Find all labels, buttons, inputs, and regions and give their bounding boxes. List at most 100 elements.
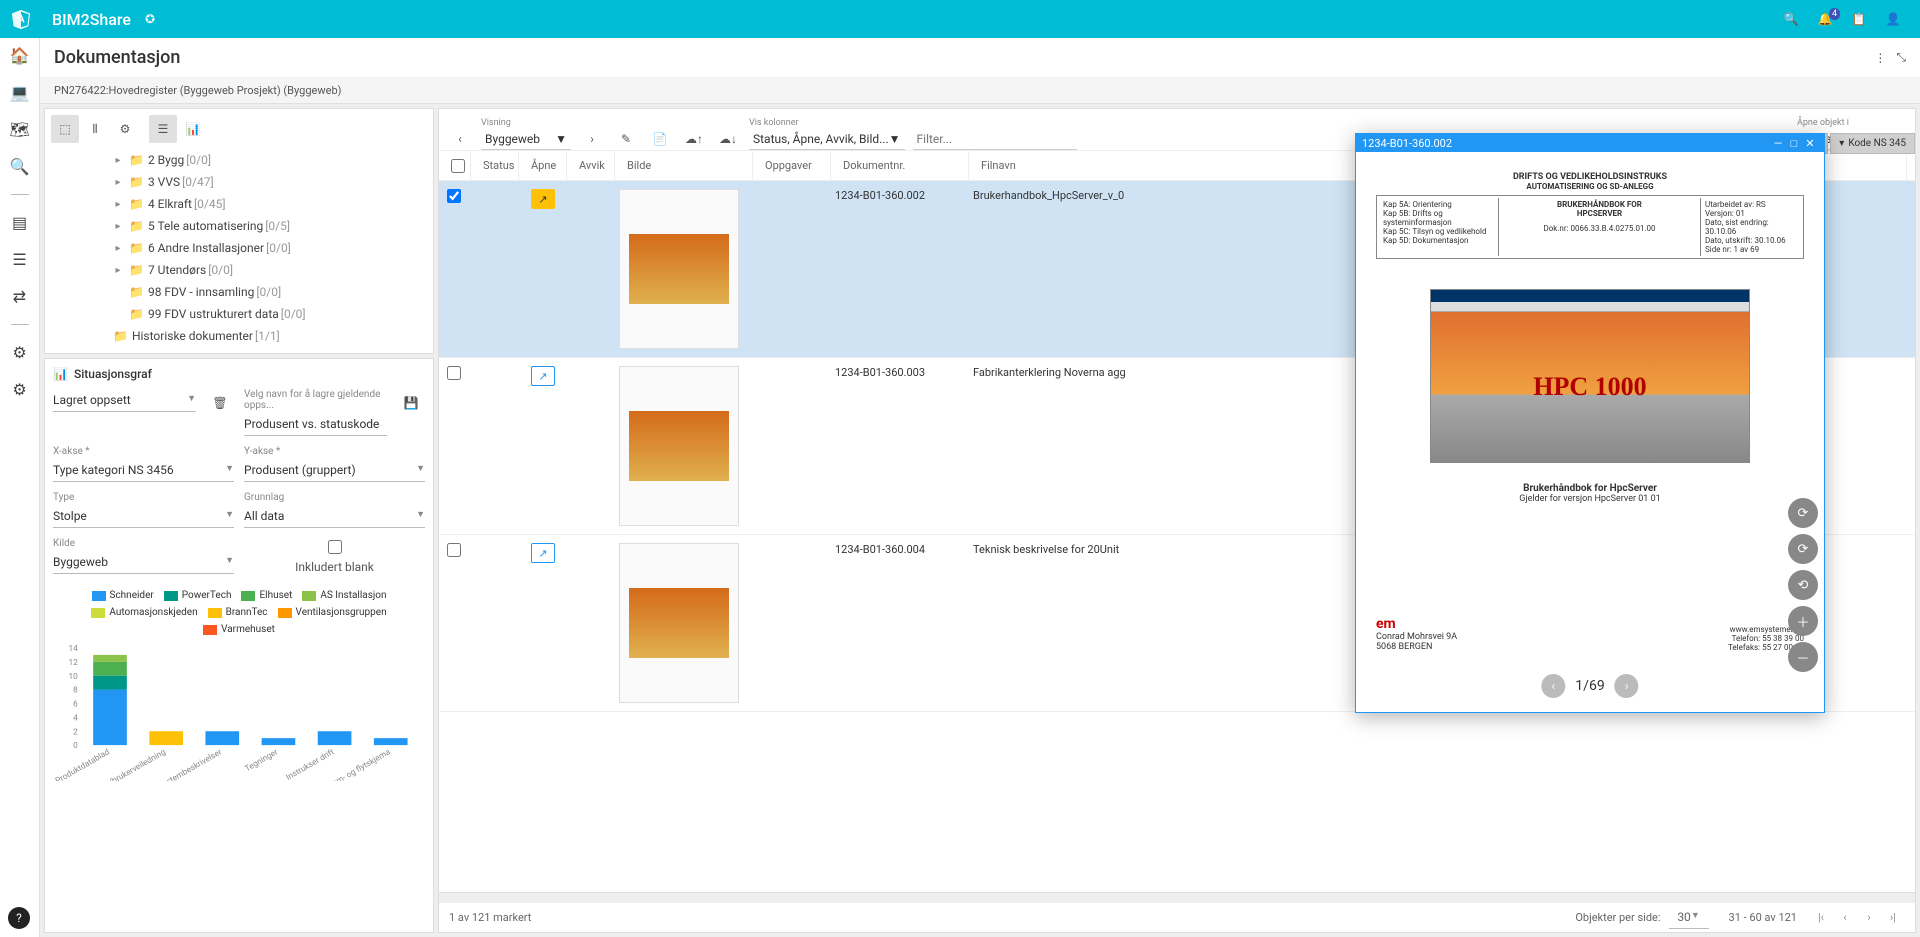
maximize-icon[interactable]: □: [1786, 137, 1802, 150]
nav-prev-icon[interactable]: ‹: [447, 132, 473, 150]
tree-row[interactable]: 📁98 FDV - innsamling [0/0]: [51, 281, 427, 303]
new-doc-icon[interactable]: 📄: [647, 132, 673, 150]
chart-legend: SchneiderPowerTechElhusetAS Installasjon…: [53, 590, 425, 635]
collapse-icon[interactable]: ⤡: [1896, 50, 1906, 65]
page-last-icon[interactable]: ›|: [1881, 911, 1905, 924]
open-icon[interactable]: ↗: [531, 366, 555, 386]
document-grid-panel: ‹ VisningByggeweb▼ › ✎ 📄 ☁↑ ☁↓ Vis kolon…: [438, 108, 1916, 933]
svg-text:14: 14: [69, 644, 79, 654]
save-icon[interactable]: 💾: [397, 389, 425, 417]
row-checkbox[interactable]: [447, 543, 461, 557]
filter-input[interactable]: [913, 128, 1077, 150]
thumbnail: [619, 189, 739, 349]
thumbnail: [619, 366, 739, 526]
open-icon[interactable]: ↗: [531, 189, 555, 209]
preview-pager: ‹ 1/69 ›: [1541, 674, 1638, 698]
preview-prev-icon[interactable]: ‹: [1541, 674, 1565, 698]
brand-title: BIM2Share: [52, 10, 131, 29]
tree-settings-icon[interactable]: ⚙: [111, 115, 139, 143]
nav-next-icon[interactable]: ›: [579, 132, 605, 150]
star-icon[interactable]: ✪: [145, 12, 155, 26]
columns-select[interactable]: Status, Åpne, Avvik, Bild...▼: [749, 128, 905, 150]
tree-row[interactable]: ▸📁7 Utendørs [0/0]: [51, 259, 427, 281]
include-blank-checkbox[interactable]: [328, 540, 342, 554]
perpage-select[interactable]: 30 ▼: [1669, 906, 1709, 929]
reload-icon[interactable]: ⟳: [1788, 534, 1818, 564]
account-icon[interactable]: 👤: [1876, 12, 1910, 26]
search-icon[interactable]: 🔍: [1774, 12, 1808, 26]
preview-window: 1234-B01-360.002 — □ ✕ DRIFTS OG VEDLIKE…: [1355, 133, 1825, 713]
svg-text:12: 12: [69, 658, 79, 668]
rail-view-icon[interactable]: ▤: [12, 213, 27, 232]
bell-icon[interactable]: 🔔4: [1808, 12, 1842, 26]
rail-map-icon[interactable]: 🗺: [9, 120, 29, 139]
h-scrollbar[interactable]: [439, 892, 1915, 902]
tree-chart-icon[interactable]: 📊: [179, 115, 207, 143]
graph-panel: 📊Situasjonsgraf Lagret oppsett▼ 🗑 Velg n…: [44, 358, 434, 933]
select-all-checkbox[interactable]: [451, 159, 465, 173]
layout-name-input[interactable]: Produsent vs. statuskode: [244, 413, 387, 436]
angular-logo-icon: A: [10, 8, 32, 30]
rail-home-icon[interactable]: 🏠: [10, 46, 30, 65]
svg-text:4: 4: [73, 713, 78, 723]
zoom-out-icon[interactable]: －: [1788, 642, 1818, 672]
svg-text:6: 6: [73, 700, 78, 710]
page-title: Dokumentasjon: [54, 47, 180, 68]
tree-row[interactable]: ▸📁2 Bygg [0/0]: [51, 149, 427, 171]
bar-chart: 02468101214ProduktdatabladManualer/bruke…: [53, 641, 425, 781]
rail-settings2-icon[interactable]: ⚙: [12, 380, 26, 399]
svg-text:Tegninger: Tegninger: [243, 747, 280, 774]
clipboard-icon[interactable]: 📋: [1842, 12, 1876, 26]
rail-settings-icon[interactable]: ⚙: [12, 343, 26, 362]
tree-row[interactable]: ▸📁6 Andre Installasjoner [0/0]: [51, 237, 427, 259]
yaxis-select[interactable]: Produsent (gruppert)▼: [244, 459, 425, 482]
visning-select[interactable]: Byggeweb▼: [481, 128, 571, 150]
basis-select[interactable]: All data▼: [244, 505, 425, 528]
minimize-icon[interactable]: —: [1770, 137, 1786, 150]
tree-row[interactable]: ▸📁3 VVS [0/47]: [51, 171, 427, 193]
more-icon[interactable]: ⋮: [1874, 51, 1886, 65]
delete-icon[interactable]: 🗑: [206, 389, 234, 417]
source-select[interactable]: Byggeweb▼: [53, 551, 234, 574]
thumbnail: [619, 543, 739, 703]
page-first-icon[interactable]: |‹: [1809, 911, 1833, 924]
preview-next-icon[interactable]: ›: [1615, 674, 1639, 698]
rail-search-icon[interactable]: 🔍: [10, 157, 30, 176]
doc-number: 1234-B01-360.002: [835, 189, 965, 349]
edit-icon[interactable]: ✎: [613, 132, 639, 150]
row-checkbox[interactable]: [447, 189, 461, 203]
xaxis-select[interactable]: Type kategori NS 3456▼: [53, 459, 234, 482]
open-icon[interactable]: ↗: [531, 543, 555, 563]
charttype-select[interactable]: Stolpe▼: [53, 505, 234, 528]
close-icon[interactable]: ✕: [1802, 137, 1818, 150]
tree-view-bars-icon[interactable]: ⫴: [81, 115, 109, 143]
tree-view-hier-icon[interactable]: ⬚: [51, 115, 79, 143]
title-bar: Dokumentasjon ⋮ ⤡: [40, 38, 1920, 78]
svg-text:2: 2: [73, 727, 78, 737]
folder-tree: ▸📁2 Bygg [0/0] ▸📁3 VVS [0/47] ▸📁4 Elkraf…: [51, 149, 427, 347]
em-logo: emConrad Mohrsvei 9A 5068 BERGEN: [1376, 616, 1457, 652]
rail-list-icon[interactable]: ☰: [12, 250, 26, 269]
refresh-icon[interactable]: ⟳: [1788, 498, 1818, 528]
page-prev-icon[interactable]: ‹: [1833, 911, 1857, 924]
tree-row[interactable]: ▸📁5 Tele automatisering [0/5]: [51, 215, 427, 237]
range-text: 31 - 60 av 121: [1729, 911, 1797, 924]
rail-sync-icon[interactable]: ⇄: [13, 287, 26, 306]
page-next-icon[interactable]: ›: [1857, 911, 1881, 924]
saved-layout-select[interactable]: Lagret oppsett▼: [53, 389, 196, 412]
selection-text: 1 av 121 markert: [449, 911, 531, 924]
zoom-in-icon[interactable]: ＋: [1788, 606, 1818, 636]
row-checkbox[interactable]: [447, 366, 461, 380]
rotate-icon[interactable]: ⟲: [1788, 570, 1818, 600]
rail-laptop-icon[interactable]: 💻: [10, 83, 30, 102]
help-icon[interactable]: ?: [8, 907, 30, 929]
tab-ns345[interactable]: ▾Kode NS 345: [1830, 133, 1915, 154]
svg-text:8: 8: [73, 686, 78, 696]
tree-row[interactable]: 📁99 FDV ustrukturert data [0/0]: [51, 303, 427, 325]
doc-number: 1234-B01-360.004: [835, 543, 965, 703]
cloud-down-icon[interactable]: ☁↓: [715, 132, 741, 150]
cloud-up-icon[interactable]: ☁↑: [681, 132, 707, 150]
tree-row[interactable]: ▸📁4 Elkraft [0/45]: [51, 193, 427, 215]
tree-row-historic[interactable]: 📁Historiske dokumenter [1/1]: [51, 325, 427, 347]
tree-list-icon[interactable]: ☰: [149, 115, 177, 143]
